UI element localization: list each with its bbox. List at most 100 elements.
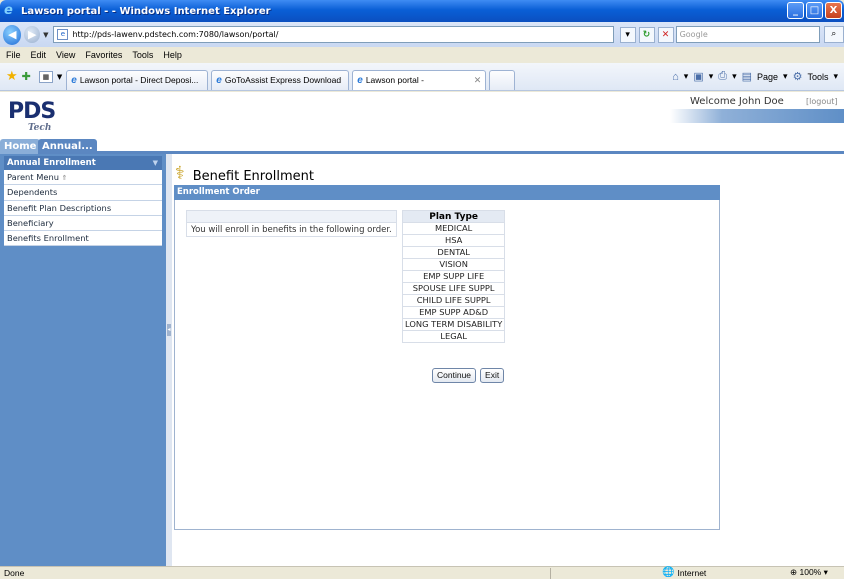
caduceus-icon: ⚕	[175, 163, 185, 184]
page-icon: e	[57, 29, 69, 40]
plan-type-cell: LEGAL	[401, 330, 506, 343]
sidebar-item-benefit-plan-descriptions[interactable]: Benefit Plan Descriptions	[4, 201, 162, 216]
maximize-button[interactable]: □	[806, 2, 823, 19]
plan-type-header: Plan Type	[401, 210, 506, 223]
back-button[interactable]: ◀	[3, 24, 22, 45]
tools-gear-icon: ⚙	[792, 71, 803, 83]
tab-direct-deposit[interactable]: e Lawson portal - Direct Deposi...	[66, 69, 209, 90]
menu-tools[interactable]: Tools	[132, 50, 153, 60]
menu-help[interactable]: Help	[163, 50, 182, 60]
window-titlebar: e Lawson portal - - Windows Internet Exp…	[0, 0, 844, 22]
menu-bar: File Edit View Favorites Tools Help	[0, 47, 844, 63]
sidebar-item-parent-menu[interactable]: Parent Menu ⇑	[4, 170, 162, 186]
tab-label: Lawson portal - Direct Deposi...	[79, 75, 199, 85]
sidebar-header[interactable]: Annual Enrollment ▼	[4, 156, 162, 170]
plan-type-cell: DENTAL	[401, 246, 506, 259]
print-icon[interactable]: ⎙	[718, 70, 727, 83]
welcome-text: Welcome John Doe	[690, 96, 784, 107]
close-button[interactable]: X	[825, 2, 842, 19]
sidebar-item-label: Dependents	[7, 187, 58, 198]
security-zone[interactable]: 🌐 Internet	[662, 567, 706, 578]
sidebar: Annual Enrollment ▼ Parent Menu ⇑ Depend…	[0, 154, 166, 566]
action-buttons: Continue Exit	[432, 368, 505, 383]
up-arrow-icon: ⇑	[61, 174, 68, 182]
print-dropdown-icon[interactable]: ▾	[732, 71, 737, 82]
home-icon[interactable]: ⌂	[672, 71, 679, 83]
order-table-header	[186, 210, 397, 223]
address-dropdown-icon[interactable]: ▾	[619, 26, 636, 43]
pds-logo-sub: Tech	[28, 123, 52, 133]
status-text: Done	[4, 568, 25, 578]
command-bar: ⌂ ▾ ▣ ▾ ⎙ ▾ ▤ Page ▾ ⚙ Tools ▾	[672, 70, 838, 83]
feeds-dropdown-icon[interactable]: ▾	[709, 71, 714, 82]
tab-label: Lawson portal -	[365, 75, 424, 85]
favorites-star-icon[interactable]: ★	[6, 69, 18, 84]
ie-tab-icon: e	[357, 74, 363, 86]
history-dropdown-icon[interactable]: ▼	[43, 31, 48, 39]
menu-file[interactable]: File	[6, 50, 21, 60]
menu-view[interactable]: View	[56, 50, 75, 60]
tools-dropdown-icon[interactable]: ▾	[833, 71, 838, 82]
home-dropdown-icon[interactable]: ▾	[684, 71, 689, 82]
order-info-table: You will enroll in benefits in the follo…	[186, 210, 397, 237]
welcome-bar	[670, 109, 844, 123]
enrollment-order-panel: You will enroll in benefits in the follo…	[174, 200, 720, 530]
order-instruction: You will enroll in benefits in the follo…	[186, 222, 397, 237]
tab-close-icon[interactable]: ✕	[466, 75, 482, 86]
refresh-icon[interactable]: ↻	[638, 26, 655, 43]
search-icon[interactable]: ⌕	[823, 26, 844, 43]
portal-header: PDS Tech Welcome John Doe [logout]	[0, 92, 844, 136]
feeds-icon[interactable]: ▣	[693, 70, 703, 83]
portal-nav-tabs: Home Annual...	[0, 136, 844, 154]
tab-home[interactable]: Home	[0, 139, 41, 154]
forward-button[interactable]: ▶	[24, 26, 41, 43]
chevron-down-icon[interactable]: ▼	[153, 156, 158, 170]
sidebar-item-beneficiary[interactable]: Beneficiary	[4, 216, 162, 232]
zoom-level[interactable]: ⊕ 100% ▾	[790, 567, 828, 578]
plan-type-cell: LONG TERM DISABILITY	[401, 318, 506, 331]
logout-link[interactable]: [logout]	[806, 97, 838, 106]
tab-lawson-portal[interactable]: e Lawson portal - ✕	[352, 69, 487, 90]
menu-edit[interactable]: Edit	[31, 50, 47, 60]
sidebar-item-label: Benefit Plan Descriptions	[7, 202, 112, 213]
plan-type-cell: EMP SUPP LIFE	[401, 270, 506, 283]
stop-icon[interactable]: ✕	[657, 26, 674, 43]
zoom-dropdown-icon[interactable]: ▾	[824, 567, 828, 577]
new-tab-button[interactable]	[489, 69, 516, 90]
zone-label: Internet	[677, 567, 707, 578]
web-content: PDS Tech Welcome John Doe [logout] Home …	[0, 92, 844, 566]
exit-button[interactable]: Exit	[480, 368, 505, 383]
window-title: Lawson portal - - Windows Internet Explo…	[21, 5, 271, 17]
plan-type-cell: SPOUSE LIFE SUPPL	[401, 282, 506, 295]
page-menu[interactable]: Page	[757, 72, 778, 82]
main-content: ⚕ Benefit Enrollment Enrollment Order Yo…	[172, 154, 844, 566]
page-title-row: ⚕ Benefit Enrollment	[175, 159, 314, 185]
continue-button[interactable]: Continue	[432, 368, 477, 383]
sidebar-header-label: Annual Enrollment	[7, 158, 96, 168]
add-favorite-icon[interactable]: ✚	[22, 70, 31, 83]
page-menu-icon: ▤	[741, 71, 753, 83]
tab-bar: ★ ✚ ▦ ▼ e Lawson portal - Direct Deposi.…	[0, 63, 844, 91]
ie-logo-icon: e	[4, 3, 13, 18]
panel-header: Enrollment Order	[174, 185, 720, 200]
page-dropdown-icon[interactable]: ▾	[783, 71, 788, 82]
plan-type-cell: VISION	[401, 258, 506, 271]
address-bar[interactable]: e http://pds-lawenv.pdstech.com:7080/law…	[53, 26, 614, 43]
sidebar-item-benefits-enrollment[interactable]: Benefits Enrollment	[4, 231, 162, 247]
quick-tabs-icon[interactable]: ▦	[38, 70, 53, 83]
search-input[interactable]: Google	[675, 26, 820, 43]
window-controls: _ □ X	[787, 2, 842, 19]
tab-annual[interactable]: Annual...	[38, 139, 97, 154]
tab-gotoassist[interactable]: e GoToAssist Express Download	[211, 69, 350, 90]
zoom-value: 100%	[799, 567, 822, 577]
plan-type-cell: CHILD LIFE SUPPL	[401, 294, 506, 307]
minimize-button[interactable]: _	[787, 2, 804, 19]
tab-list-dropdown-icon[interactable]: ▼	[57, 73, 62, 81]
plan-type-cell: HSA	[401, 234, 506, 247]
plan-type-table: Plan Type MEDICAL HSA DENTAL VISION EMP …	[401, 210, 506, 343]
collapse-grip-icon[interactable]: ◂	[167, 324, 171, 336]
tools-menu[interactable]: Tools	[807, 72, 828, 82]
sidebar-item-dependents[interactable]: Dependents	[4, 185, 162, 201]
globe-icon: 🌐	[662, 567, 675, 578]
menu-favorites[interactable]: Favorites	[85, 50, 122, 60]
